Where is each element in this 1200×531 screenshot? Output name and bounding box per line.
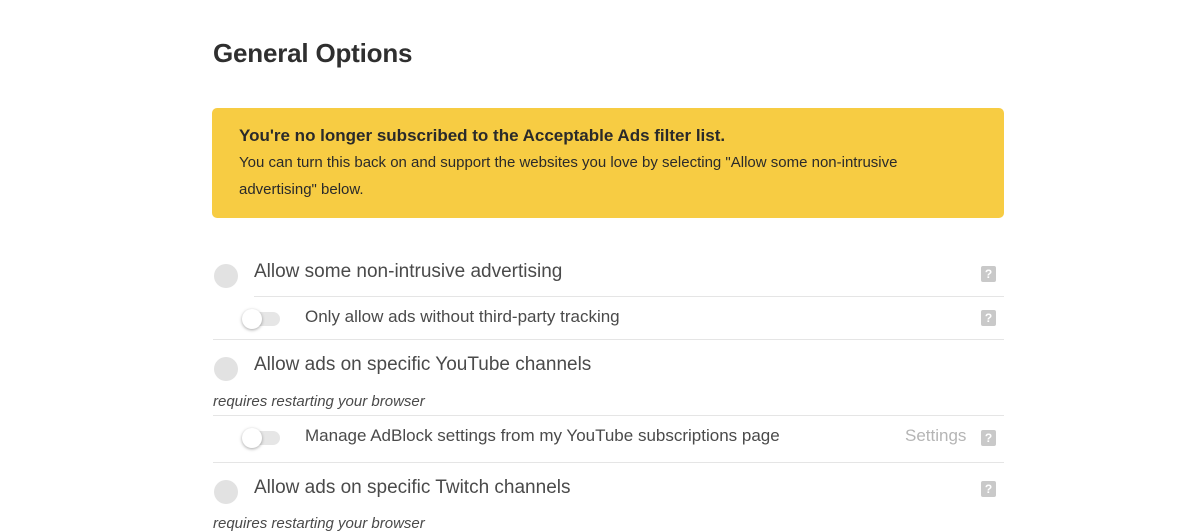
youtube-restart-note: requires restarting your browser — [213, 393, 425, 410]
youtube-subscriptions-label: Manage AdBlock settings from my YouTube … — [305, 426, 780, 445]
notice-body: You can turn this back on and support th… — [239, 154, 898, 198]
general-options-page: General Options You're no longer subscri… — [0, 0, 1200, 531]
acceptable-ads-label[interactable]: Allow some non-intrusive advertising — [254, 261, 562, 283]
notice-heading: You're no longer subscribed to the Accep… — [239, 126, 726, 145]
twitch-channels-radio[interactable] — [214, 480, 238, 504]
twitch-channels-help-icon[interactable]: ? — [981, 481, 996, 497]
acceptable-ads-notice: You're no longer subscribed to the Accep… — [212, 108, 1004, 218]
youtube-settings-link[interactable]: Settings — [905, 426, 966, 446]
youtube-subscriptions-toggle[interactable] — [242, 428, 280, 448]
youtube-subscriptions-help-icon[interactable]: ? — [981, 430, 996, 446]
divider — [213, 415, 1004, 416]
divider — [254, 296, 1004, 297]
toggle-knob — [242, 309, 262, 329]
twitch-channels-label[interactable]: Allow ads on specific Twitch channels — [254, 477, 570, 499]
youtube-channels-radio[interactable] — [214, 357, 238, 381]
youtube-channels-label[interactable]: Allow ads on specific YouTube channels — [254, 354, 591, 376]
third-party-tracking-label: Only allow ads without third-party track… — [305, 307, 620, 326]
page-title: General Options — [213, 38, 413, 68]
third-party-tracking-help-icon[interactable]: ? — [981, 310, 996, 326]
acceptable-ads-help-icon[interactable]: ? — [981, 266, 996, 282]
divider — [213, 339, 1004, 340]
third-party-tracking-toggle[interactable] — [242, 309, 280, 329]
acceptable-ads-radio[interactable] — [214, 264, 238, 288]
toggle-knob — [242, 428, 262, 448]
divider — [213, 462, 1004, 463]
twitch-restart-note: requires restarting your browser — [213, 515, 425, 531]
